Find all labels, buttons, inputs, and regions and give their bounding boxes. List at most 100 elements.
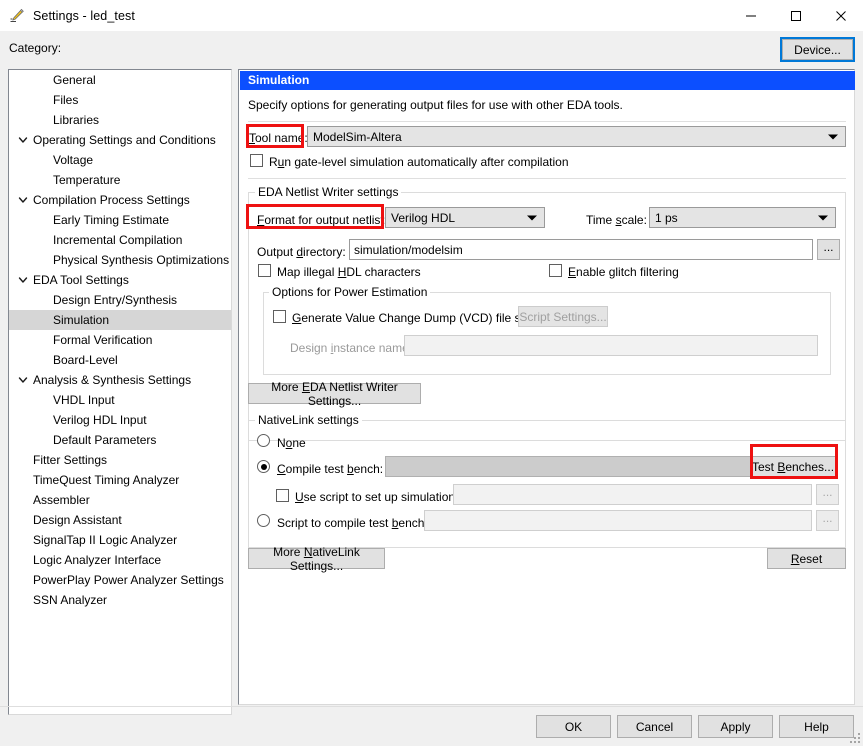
use-script-setup-checkbox[interactable] [276,489,289,502]
nativelink-group-title: NativeLink settings [255,413,362,427]
maximize-icon[interactable] [773,0,818,31]
nativelink-none-radio[interactable] [257,434,270,447]
tree-item-operating-settings-and-conditions[interactable]: Operating Settings and Conditions [9,130,231,150]
map-illegal-hdl-checkbox[interactable] [258,264,271,277]
time-scale-combo[interactable]: 1 ps [649,207,836,228]
chevron-down-icon [527,215,537,220]
more-nativelink-settings-button[interactable]: More NativeLink Settings... [248,545,385,573]
category-tree[interactable]: General Files Libraries Operating Settings … [8,69,232,715]
resize-grip[interactable] [850,733,860,743]
tree-item-formal-verification[interactable]: Formal Verification [9,330,231,350]
power-estimation-group-title: Options for Power Estimation [269,285,431,299]
tree-item-assembler[interactable]: Assembler [9,490,231,510]
tree-item-simulation[interactable]: Simulation [9,310,231,330]
tree-item-design-entry-synthesis[interactable]: Design Entry/Synthesis [9,290,231,310]
compile-test-bench-radio[interactable] [257,460,270,473]
tree-item-label: Simulation [53,313,110,327]
use-script-setup-input[interactable] [453,484,812,505]
script-compile-test-bench-radio[interactable] [257,514,270,527]
simulation-settings-panel: Simulation Specify options for generatin… [238,69,855,705]
cancel-button[interactable]: Cancel [617,715,692,738]
tree-item-label: Early Timing Estimate [53,213,170,227]
reset-button[interactable]: Reset [767,548,846,569]
compile-test-bench-combo[interactable] [385,456,781,477]
output-directory-label: Output directory: [257,245,346,259]
time-scale-label: Time scale: [586,213,647,227]
device-button[interactable]: Device... [780,37,855,62]
tree-item-files[interactable]: Files [9,90,231,110]
chevron-down-icon[interactable] [17,270,29,290]
design-instance-name-input[interactable] [404,335,818,356]
tree-item-temperature[interactable]: Temperature [9,170,231,190]
format-output-netlist-combo[interactable]: Verilog HDL [385,207,545,228]
script-compile-test-bench-label: Script to compile test bench: [277,516,428,530]
panel-description: Specify options for generating output fi… [248,98,623,112]
tree-item-physical-synthesis-optimizations[interactable]: Physical Synthesis Optimizations [9,250,231,270]
tree-item-label: Incremental Compilation [53,233,183,247]
tree-item-eda-tool-settings[interactable]: EDA Tool Settings [9,270,231,290]
help-button[interactable]: Help [779,715,854,738]
tree-item-label: Physical Synthesis Optimizations [53,253,230,267]
design-instance-name-label: Design instance name: [290,341,413,355]
output-directory-value: simulation/modelsim [354,242,463,257]
chevron-down-icon[interactable] [17,190,29,210]
tree-item-early-timing-estimate[interactable]: Early Timing Estimate [9,210,231,230]
nativelink-none-label: None [277,436,306,450]
use-script-setup-browse-button[interactable]: ... [816,484,839,505]
tree-item-voltage[interactable]: Voltage [9,150,231,170]
script-compile-test-bench-input[interactable] [424,510,812,531]
more-eda-netlist-writer-settings-button[interactable]: More EDA Netlist Writer Settings... [248,380,421,408]
tree-item-general[interactable]: General [9,70,231,90]
ok-button[interactable]: OK [536,715,611,738]
script-compile-browse-button[interactable]: ... [816,510,839,531]
chevron-down-icon[interactable] [17,370,29,390]
tool-name-combo[interactable]: ModelSim-Altera [307,126,846,147]
category-label: Category: [9,41,62,55]
tree-item-label: Fitter Settings [33,453,108,467]
window-controls [728,0,863,31]
more-eda-button-label: More EDA Netlist Writer Settings... [271,379,398,408]
script-settings-button[interactable]: Script Settings... [518,306,608,327]
tree-item-libraries[interactable]: Libraries [9,110,231,130]
tree-item-ssn-analyzer[interactable]: SSN Analyzer [9,590,231,610]
minimize-icon[interactable] [728,0,773,31]
chevron-down-icon [818,215,828,220]
tree-item-signaltap-ii-logic-analyzer[interactable]: SignalTap II Logic Analyzer [9,530,231,550]
run-gate-level-checkbox[interactable] [250,154,263,167]
tree-item-design-assistant[interactable]: Design Assistant [9,510,231,530]
enable-glitch-filtering-label: Enable glitch filtering [568,265,679,279]
eda-netlist-writer-group-title: EDA Netlist Writer settings [255,185,402,199]
compile-test-bench-label: Compile test bench: [277,462,384,476]
tree-item-fitter-settings[interactable]: Fitter Settings [9,450,231,470]
generate-vcd-checkbox[interactable] [273,310,286,323]
generate-vcd-label: Generate Value Change Dump (VCD) file sc… [292,311,544,325]
tree-item-analysis-synthesis-settings[interactable]: Analysis & Synthesis Settings [9,370,231,390]
test-benches-button[interactable]: Test Benches... [750,456,836,478]
test-benches-button-label: Test Benches... [751,460,835,474]
tree-item-compilation-process-settings[interactable]: Compilation Process Settings [9,190,231,210]
tree-item-logic-analyzer-interface[interactable]: Logic Analyzer Interface [9,550,231,570]
tree-item-powerplay-power-analyzer-settings[interactable]: PowerPlay Power Analyzer Settings [9,570,231,590]
enable-glitch-filtering-checkbox[interactable] [549,264,562,277]
divider-top [248,121,846,122]
output-directory-input[interactable]: simulation/modelsim [349,239,813,260]
tree-item-verilog-hdl-input[interactable]: Verilog HDL Input [9,410,231,430]
chevron-down-icon[interactable] [17,130,29,150]
category-row: Category: [0,31,863,67]
close-icon[interactable] [818,0,863,31]
output-directory-browse-button[interactable]: ... [817,239,840,260]
tree-item-timequest-timing-analyzer[interactable]: TimeQuest Timing Analyzer [9,470,231,490]
apply-button[interactable]: Apply [698,715,773,738]
footer-divider [0,706,863,707]
radio-selected-dot [260,463,267,470]
tree-item-incremental-compilation[interactable]: Incremental Compilation [9,230,231,250]
reset-button-label: Reset [790,551,823,566]
tree-item-vhdl-input[interactable]: VHDL Input [9,390,231,410]
tree-item-board-level[interactable]: Board-Level [9,350,231,370]
tree-item-label: Compilation Process Settings [33,193,190,207]
tree-item-label: Logic Analyzer Interface [33,553,162,567]
window-titlebar: Settings - led_test [0,0,863,31]
divider-mid [248,178,846,179]
tree-item-label: Temperature [53,173,121,187]
tree-item-default-parameters[interactable]: Default Parameters [9,430,231,450]
